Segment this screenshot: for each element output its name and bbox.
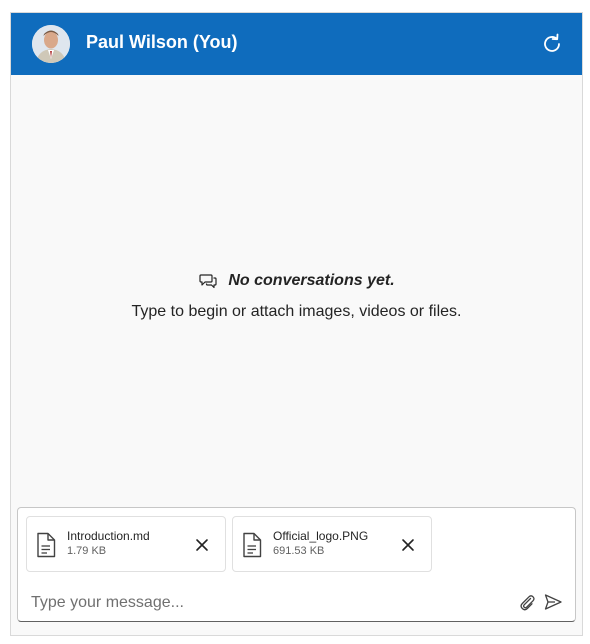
remove-attachment-button[interactable] [401,538,415,552]
chat-window: Paul Wilson (You) No conversations yet. … [10,12,583,636]
paperclip-icon [520,595,535,611]
empty-state-title: No conversations yet. [11,269,582,293]
empty-state-title-text: No conversations yet. [228,272,395,289]
attachment-name: Introduction.md [67,529,150,543]
attachment-name: Official_logo.PNG [273,529,369,543]
attachment-size: 1.79 KB [67,545,107,557]
attachment-item[interactable]: Official_logo.PNG 691.53 KB [232,516,432,572]
attachment-size: 691.53 KB [273,545,325,557]
document-icon [243,532,262,558]
message-input[interactable] [31,592,501,614]
avatar [32,25,70,63]
attachment-list: Introduction.md 1.79 KB Official_logo.PN… [26,516,432,572]
send-button[interactable] [543,592,563,612]
document-icon [37,532,56,558]
chat-bubbles-icon [199,274,217,289]
send-icon [544,594,562,610]
close-icon [402,539,414,551]
chat-header: Paul Wilson (You) [11,13,582,75]
close-icon [196,539,208,551]
empty-state: No conversations yet. Type to begin or a… [11,269,582,321]
attach-button[interactable] [518,593,536,611]
message-composer: Introduction.md 1.79 KB Official_logo.PN… [17,507,576,622]
remove-attachment-button[interactable] [195,538,209,552]
user-avatar-icon [32,25,70,63]
header-title: Paul Wilson (You) [86,32,238,52]
refresh-button[interactable] [540,32,564,56]
refresh-icon [544,33,560,52]
attachment-item[interactable]: Introduction.md 1.79 KB [26,516,226,572]
empty-state-subtitle: Type to begin or attach images, videos o… [131,303,462,320]
